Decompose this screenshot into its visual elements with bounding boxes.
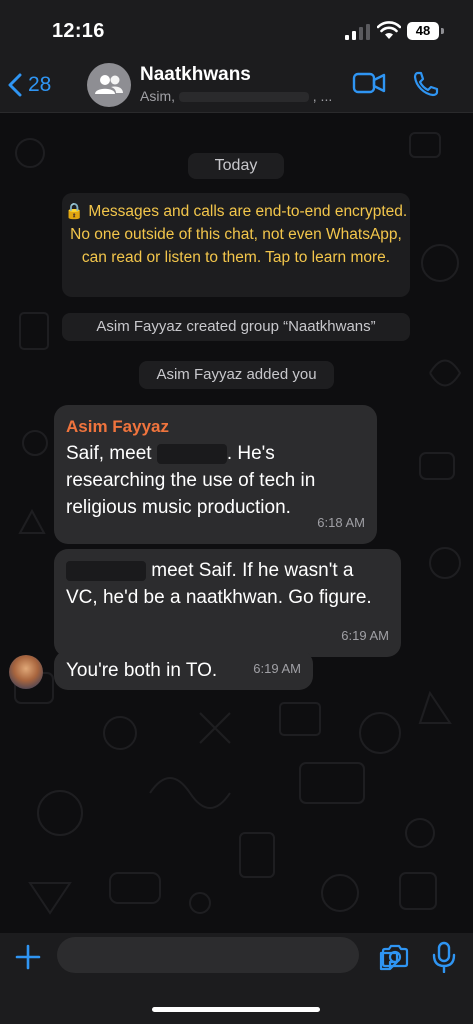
message-bubble[interactable]: You're both in TO. 6:19 AM xyxy=(54,650,313,690)
chat-participants[interactable]: Asim, , ... xyxy=(140,88,335,104)
encryption-notice[interactable]: 🔒 Messages and calls are end-to-end encr… xyxy=(62,193,410,297)
chat-title[interactable]: Naatkhwans xyxy=(140,64,251,86)
message-time: 6:19 AM xyxy=(341,628,389,643)
group-avatar[interactable] xyxy=(87,63,131,107)
system-message-added: Asim Fayyaz added you xyxy=(139,361,334,389)
video-call-icon[interactable] xyxy=(352,70,386,96)
cellular-signal-icon xyxy=(345,24,370,40)
unread-count: 28 xyxy=(28,73,52,96)
message-input[interactable] xyxy=(57,937,399,973)
sender-avatar[interactable] xyxy=(9,655,43,689)
redacted-names xyxy=(178,92,309,103)
message-text-part: Saif, meet xyxy=(66,443,157,464)
status-bar: 12:16 48 xyxy=(0,0,473,60)
participant-first: Asim, xyxy=(140,88,175,104)
group-people-icon xyxy=(95,75,123,94)
phone-call-icon[interactable] xyxy=(412,70,440,98)
message-text: You're both in TO. xyxy=(66,660,218,681)
sender-name[interactable]: Asim Fayyaz xyxy=(66,413,365,440)
plus-icon[interactable] xyxy=(14,943,42,971)
participant-more: , ... xyxy=(312,88,333,104)
back-button[interactable]: 28 xyxy=(8,68,51,102)
home-indicator xyxy=(152,1007,320,1012)
microphone-icon[interactable] xyxy=(431,941,457,973)
chat-header: 28 Naatkhwans Asim, , ... xyxy=(0,60,473,113)
wifi-icon xyxy=(377,21,401,39)
battery-icon: 48 xyxy=(407,22,439,40)
message-bubble[interactable]: Asim Fayyaz Saif, meet . He's researchin… xyxy=(54,405,377,544)
date-separator: Today xyxy=(188,153,284,179)
redacted-name xyxy=(66,560,146,581)
message-bubble[interactable]: meet Saif. If he wasn't a VC, he'd be a … xyxy=(54,549,401,657)
status-time: 12:16 xyxy=(52,20,105,42)
message-time: 6:19 AM xyxy=(253,661,301,676)
system-message-created: Asim Fayyaz created group “Naatkhwans” xyxy=(62,313,410,341)
redacted-name xyxy=(156,443,227,464)
message-time: 6:18 AM xyxy=(317,515,365,530)
message-text: meet Saif. If he wasn't a VC, he'd be a … xyxy=(66,557,389,611)
message-input-bar xyxy=(0,933,473,1024)
chevron-left-icon xyxy=(8,73,22,97)
chat-area[interactable]: Today 🔒 Messages and calls are end-to-en… xyxy=(0,113,473,933)
camera-icon[interactable] xyxy=(380,943,410,969)
battery-tip xyxy=(441,28,444,34)
